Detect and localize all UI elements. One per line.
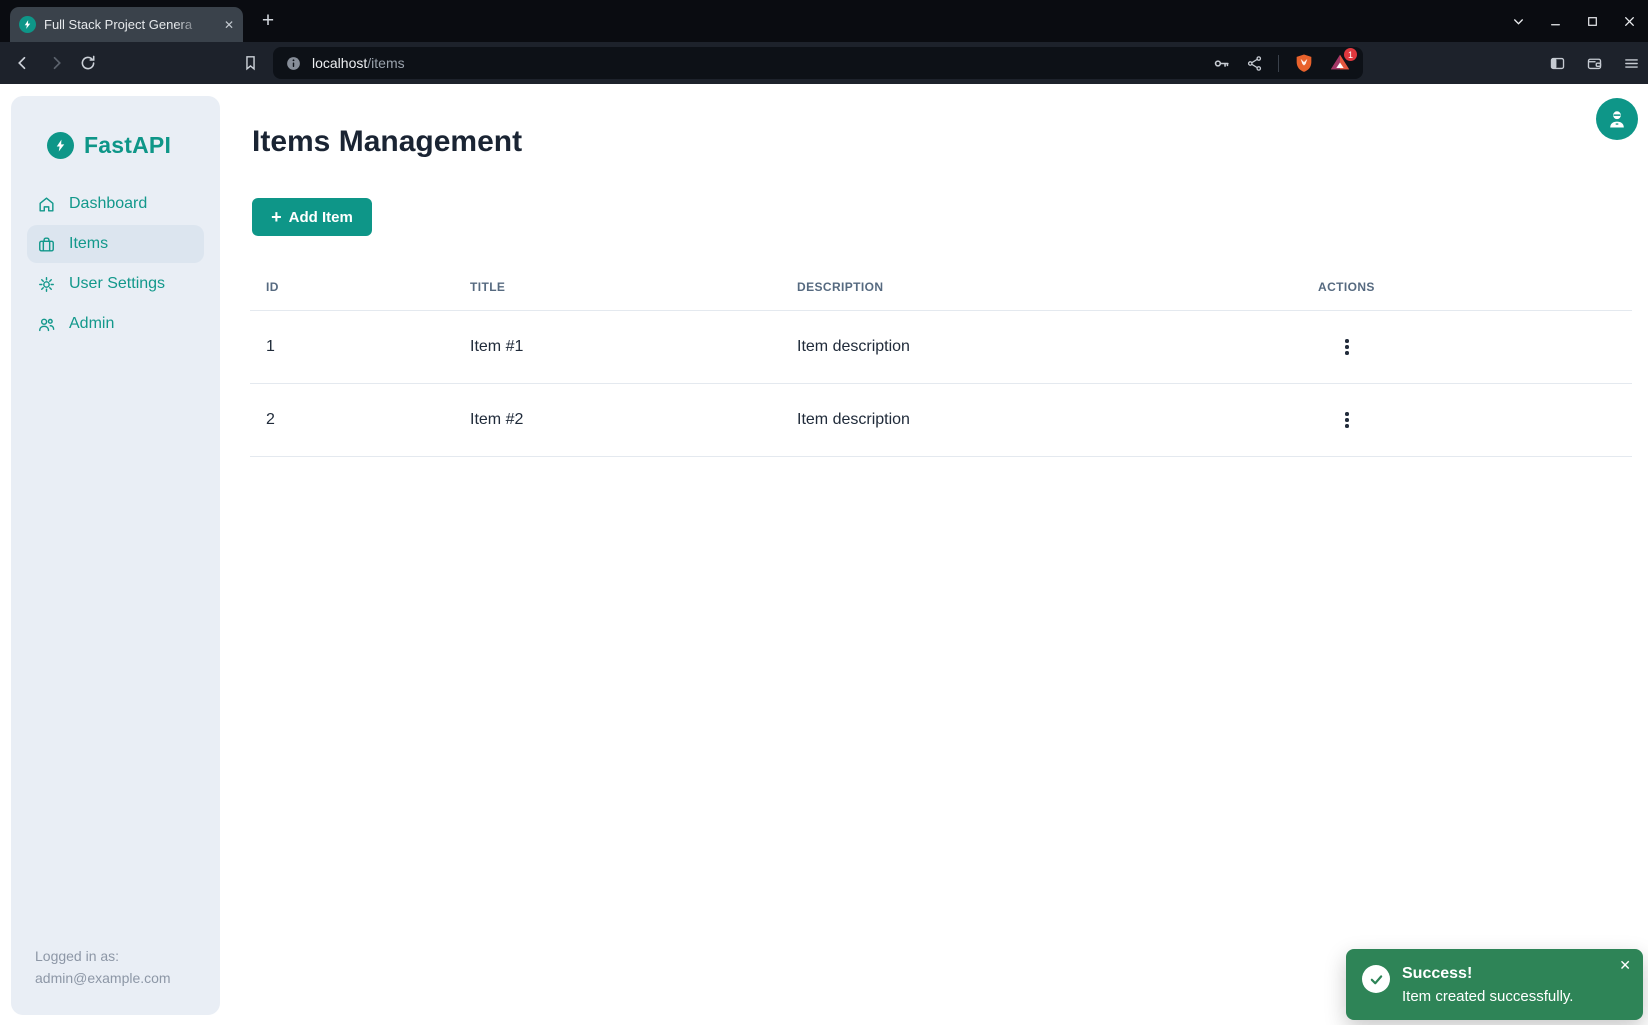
add-item-label: Add Item <box>289 209 353 226</box>
new-tab-button[interactable]: + <box>255 8 281 34</box>
tab-close-icon[interactable]: ✕ <box>224 19 234 31</box>
url-text: localhost/items <box>312 55 405 71</box>
col-header-description: DESCRIPTION <box>781 262 1302 311</box>
wallet-icon[interactable] <box>1586 55 1603 72</box>
briefcase-icon <box>37 235 56 254</box>
sidebar-item-label: User Settings <box>69 275 165 293</box>
rewards-badge: 1 <box>1344 48 1357 61</box>
toast-close-icon[interactable]: ✕ <box>1619 958 1631 972</box>
users-icon <box>37 315 56 334</box>
close-window-button[interactable] <box>1623 15 1636 28</box>
logged-in-info: Logged in as: admin@example.com <box>35 945 171 989</box>
cell-description: Item description <box>781 384 1302 457</box>
row-actions-menu-icon[interactable] <box>1336 409 1358 431</box>
sidebar-item-user-settings[interactable]: User Settings <box>27 265 204 303</box>
user-avatar-button[interactable] <box>1596 98 1638 140</box>
tab-title: Full Stack Project Genera <box>44 17 204 32</box>
browser-tab[interactable]: Full Stack Project Genera ✕ <box>10 7 243 42</box>
toast-message: Item created successfully. <box>1402 985 1573 1008</box>
sidebar-toggle-icon[interactable] <box>1549 55 1566 72</box>
reload-button-icon[interactable] <box>79 54 97 72</box>
col-header-title: TITLE <box>454 262 781 311</box>
minimize-button[interactable] <box>1549 15 1562 28</box>
sidebar-item-dashboard[interactable]: Dashboard <box>27 185 204 223</box>
logged-in-label: Logged in as: <box>35 945 171 967</box>
table-row: 2 Item #2 Item description <box>250 384 1632 457</box>
cell-id: 1 <box>250 311 454 384</box>
sidebar: FastAPI Dashboard Items <box>11 96 220 1015</box>
sidebar-item-label: Admin <box>69 315 114 333</box>
sidebar-item-items[interactable]: Items <box>27 225 204 263</box>
cell-id: 2 <box>250 384 454 457</box>
browser-toolbar: localhost/items 1 <box>0 42 1648 84</box>
sidebar-item-label: Items <box>69 235 108 253</box>
divider <box>1278 55 1279 72</box>
brand-logo: FastAPI <box>11 96 220 159</box>
page-title: Items Management <box>252 125 522 159</box>
logged-in-email: admin@example.com <box>35 967 171 989</box>
home-icon <box>37 195 56 214</box>
check-circle-icon <box>1362 965 1390 993</box>
table-header-row: ID TITLE DESCRIPTION ACTIONS <box>250 262 1632 311</box>
back-button-icon[interactable] <box>14 54 32 72</box>
cell-title: Item #1 <box>454 311 781 384</box>
menu-hamburger-icon[interactable] <box>1623 55 1640 72</box>
success-toast: Success! Item created successfully. ✕ <box>1346 949 1643 1020</box>
maximize-button[interactable] <box>1586 15 1599 28</box>
site-info-icon[interactable] <box>285 55 302 72</box>
row-actions-menu-icon[interactable] <box>1336 336 1358 358</box>
sidebar-nav: Dashboard Items User Settings <box>11 185 220 343</box>
add-item-button[interactable]: + Add Item <box>252 198 372 236</box>
forward-button-icon[interactable] <box>47 54 65 72</box>
col-header-id: ID <box>250 262 454 311</box>
plus-icon: + <box>271 208 282 226</box>
cell-title: Item #2 <box>454 384 781 457</box>
col-header-actions: ACTIONS <box>1302 262 1632 311</box>
brand-name: FastAPI <box>84 132 171 159</box>
fastapi-favicon-icon <box>19 16 36 33</box>
url-bar[interactable]: localhost/items 1 <box>273 47 1363 79</box>
items-table: ID TITLE DESCRIPTION ACTIONS 1 Item #1 I… <box>250 262 1632 457</box>
gear-icon <box>37 275 56 294</box>
app-page: FastAPI Dashboard Items <box>0 84 1648 1025</box>
password-key-icon[interactable] <box>1212 54 1231 73</box>
brave-shield-icon[interactable] <box>1294 53 1314 73</box>
bookmark-icon[interactable] <box>242 54 259 71</box>
tab-search-chevron-icon[interactable] <box>1512 15 1525 28</box>
share-icon[interactable] <box>1246 55 1263 72</box>
browser-window: Full Stack Project Genera ✕ + <box>0 0 1648 1025</box>
table-row: 1 Item #1 Item description <box>250 311 1632 384</box>
fastapi-bolt-icon <box>47 132 74 159</box>
toast-title: Success! <box>1402 963 1573 985</box>
cell-description: Item description <box>781 311 1302 384</box>
sidebar-item-admin[interactable]: Admin <box>27 305 204 343</box>
sidebar-item-label: Dashboard <box>69 195 147 213</box>
tab-bar: Full Stack Project Genera ✕ + <box>0 0 1648 42</box>
brave-rewards-icon[interactable]: 1 <box>1329 52 1351 74</box>
